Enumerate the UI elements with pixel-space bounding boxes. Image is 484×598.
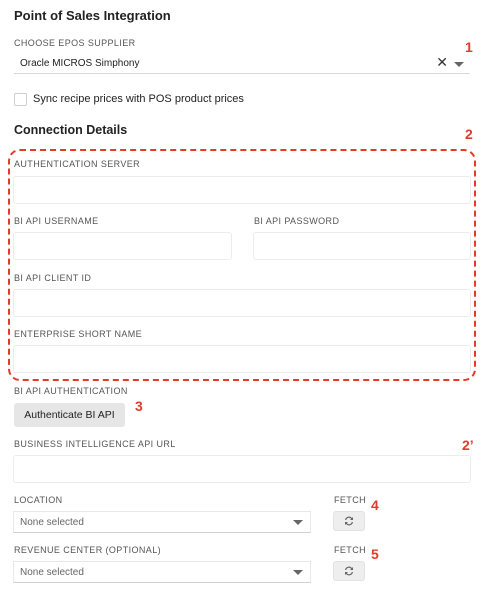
revenue-center-select[interactable]: None selected — [13, 561, 311, 583]
page-title: Point of Sales Integration — [14, 8, 171, 23]
annotation-1: 1 — [465, 39, 473, 55]
password-input[interactable] — [253, 232, 471, 260]
username-label: BI API USERNAME — [14, 216, 99, 226]
supplier-label: CHOOSE EPOS SUPPLIER — [14, 38, 136, 48]
revenue-center-label: REVENUE CENTER (OPTIONAL) — [14, 545, 162, 555]
close-icon[interactable]: ✕ — [436, 54, 448, 71]
revenue-center-value: None selected — [20, 567, 84, 578]
annotation-2-prime: 2’ — [462, 437, 474, 453]
password-label: BI API PASSWORD — [254, 216, 340, 226]
authenticate-button[interactable]: Authenticate BI API — [14, 403, 125, 427]
caret-down-icon[interactable] — [293, 520, 303, 525]
annotation-5: 5 — [371, 546, 379, 562]
revenue-center-fetch-button[interactable] — [333, 561, 365, 581]
enterprise-input[interactable] — [13, 345, 471, 373]
client-id-input[interactable] — [13, 289, 471, 317]
location-fetch-label: FETCH — [334, 495, 366, 505]
location-label: LOCATION — [14, 495, 63, 505]
caret-down-icon[interactable] — [454, 62, 464, 67]
bi-url-label: BUSINESS INTELLIGENCE API URL — [14, 439, 176, 449]
location-fetch-button[interactable] — [333, 511, 365, 531]
auth-server-input[interactable] — [13, 176, 471, 204]
refresh-icon — [345, 516, 353, 526]
bi-url-input[interactable] — [13, 455, 471, 483]
connection-details-title: Connection Details — [14, 123, 128, 137]
supplier-value: Oracle MICROS Simphony — [20, 58, 140, 69]
sync-prices-label: Sync recipe prices with POS product pric… — [33, 93, 244, 105]
auth-server-label: AUTHENTICATION SERVER — [14, 159, 141, 169]
auth-label: BI API AUTHENTICATION — [14, 386, 128, 396]
username-input[interactable] — [13, 232, 232, 260]
revenue-center-fetch-label: FETCH — [334, 545, 366, 555]
sync-prices-checkbox[interactable] — [14, 93, 27, 106]
annotation-4: 4 — [371, 497, 379, 513]
location-select[interactable]: None selected — [13, 511, 311, 533]
enterprise-label: ENTERPRISE SHORT NAME — [14, 329, 143, 339]
client-id-label: BI API CLIENT ID — [14, 273, 92, 283]
annotation-2: 2 — [465, 126, 473, 142]
annotation-3: 3 — [135, 398, 143, 414]
supplier-select[interactable]: Oracle MICROS Simphony ✕ — [14, 54, 470, 74]
location-value: None selected — [20, 517, 84, 528]
caret-down-icon[interactable] — [293, 570, 303, 575]
refresh-icon — [345, 566, 353, 576]
